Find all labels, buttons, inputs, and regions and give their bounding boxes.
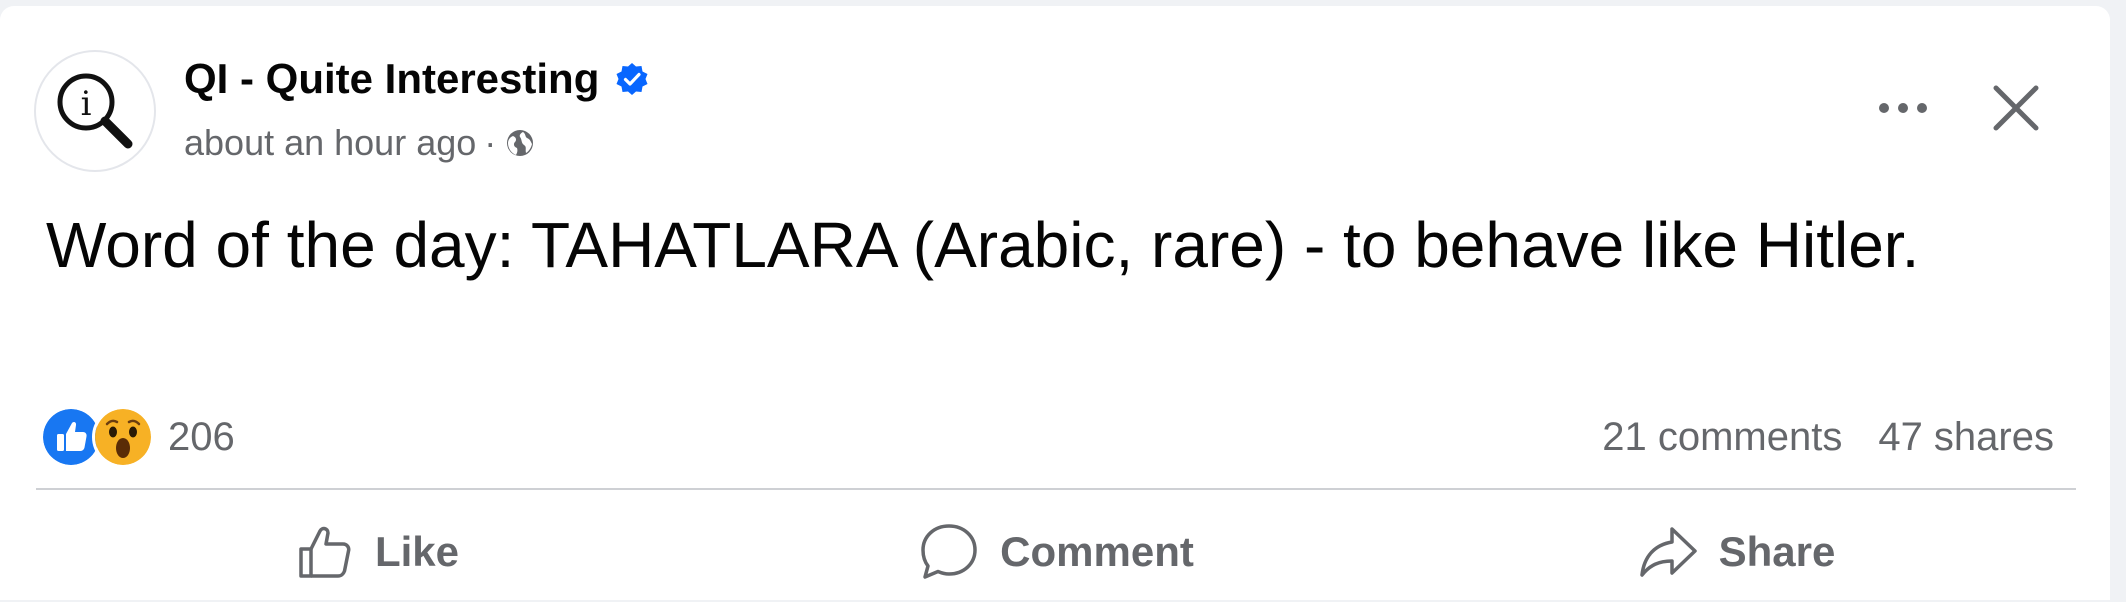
magnifier-info-icon: i: [57, 73, 133, 149]
divider: [36, 488, 2076, 490]
post-card: i QI - Quite Interesting about an hour a…: [0, 6, 2110, 600]
post-meta: about an hour ago ·: [184, 118, 536, 168]
comment-button[interactable]: Comment: [716, 502, 1396, 602]
svg-text:i: i: [81, 84, 92, 124]
reaction-count: 206: [168, 414, 235, 459]
comment-button-label: Comment: [1000, 528, 1194, 575]
like-button-label: Like: [374, 528, 460, 575]
more-dots-icon: [1879, 103, 1927, 113]
shares-count-link[interactable]: 47 shares: [1878, 415, 2054, 460]
reaction-summary[interactable]: 206: [40, 406, 235, 468]
post-header: QI - Quite Interesting: [184, 52, 649, 106]
share-button-label: Share: [1718, 528, 1836, 575]
page-name-link[interactable]: QI - Quite Interesting: [184, 55, 599, 103]
comment-bubble-icon: [921, 524, 977, 579]
share-button[interactable]: Share: [1396, 502, 2076, 602]
verified-badge-icon: [616, 63, 648, 95]
close-icon: [1993, 85, 2039, 131]
page-avatar[interactable]: i: [34, 50, 156, 172]
action-bar: Like Comment Share: [36, 502, 2076, 602]
share-arrow-icon: [1639, 527, 1697, 577]
engagement-stats: 21 comments 47 shares: [1602, 406, 2054, 468]
comments-count-link[interactable]: 21 comments: [1602, 415, 1842, 460]
post-timestamp[interactable]: about an hour ago: [184, 122, 476, 164]
close-button[interactable]: [1980, 72, 2052, 144]
wow-reaction-icon: [92, 406, 154, 468]
like-button[interactable]: Like: [36, 502, 716, 602]
globe-icon: [507, 130, 534, 156]
thumbs-up-icon: [299, 526, 351, 578]
meta-separator: ·: [484, 122, 497, 163]
post-body-text: Word of the day: TAHATLARA (Arabic, rare…: [46, 209, 1920, 281]
more-options-button[interactable]: [1868, 78, 1938, 138]
